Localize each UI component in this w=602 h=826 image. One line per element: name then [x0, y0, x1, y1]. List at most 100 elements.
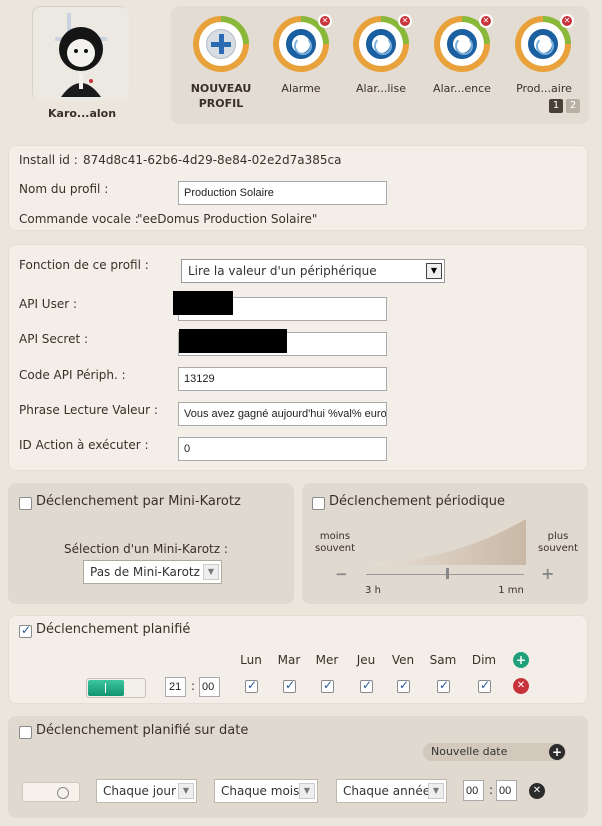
phrase-input[interactable]: Vous avez gagné aujourd'hui %val% euro	[178, 402, 387, 426]
profile-icon	[528, 29, 558, 59]
mini-karotz-select[interactable]: Pas de Mini-Karotz ▼	[83, 560, 222, 584]
more-often-label-2: souvent	[538, 543, 578, 554]
more-often-label-1: plus	[547, 531, 569, 542]
planifie-date-checkbox[interactable]	[19, 726, 32, 739]
planifie-date-title: Déclenchement planifié sur date	[36, 723, 249, 738]
less-often-label-2: souvent	[315, 543, 355, 554]
plus-icon[interactable]: +	[541, 564, 554, 583]
avatar	[33, 7, 129, 101]
schedule-minute-input[interactable]: 00	[199, 677, 220, 697]
day-label-dim: Dim	[471, 653, 497, 667]
action-id-input[interactable]: 0	[178, 437, 387, 461]
page-button-1[interactable]: 1	[549, 99, 563, 113]
add-icon	[206, 29, 236, 59]
code-api-label: Code API Périph. :	[19, 368, 126, 382]
day-select-value: Chaque jour	[103, 784, 176, 798]
mini-karotz-title: Déclenchement par Mini-Karotz	[36, 494, 241, 509]
less-often-label-1: moins	[319, 531, 351, 542]
avatar-card[interactable]	[32, 6, 129, 101]
dropdown-arrow-icon: ▼	[203, 564, 219, 580]
day-checkbox-sam[interactable]	[437, 678, 450, 693]
date-time-separator: :	[489, 783, 494, 797]
install-id-value: 874d8c41-62b6-4d29-8e84-02e2d7a385ca	[83, 153, 342, 167]
delete-icon[interactable]: ✕	[479, 14, 493, 28]
day-label-mer: Mer	[315, 653, 339, 667]
schedule-hour-input[interactable]: 21	[165, 677, 186, 697]
dropdown-arrow-icon: ▼	[178, 783, 194, 799]
delete-date-icon[interactable]: ✕	[529, 783, 545, 799]
phrase-label: Phrase Lecture Valeur :	[19, 403, 158, 417]
mini-karotz-select-value: Pas de Mini-Karotz	[90, 565, 200, 579]
profile-icon	[366, 29, 396, 59]
add-schedule-icon[interactable]: +	[513, 652, 529, 668]
mini-karotz-checkbox[interactable]	[19, 497, 32, 510]
time-separator: :	[191, 679, 196, 693]
day-checkbox-dim[interactable]	[478, 678, 491, 693]
day-label-mar: Mar	[277, 653, 301, 667]
periodique-title: Déclenchement périodique	[329, 494, 506, 509]
month-select[interactable]: Chaque mois ▼	[214, 779, 318, 803]
profile-new-label-1: NOUVEAU	[190, 82, 252, 95]
profile-icon	[447, 29, 477, 59]
year-select[interactable]: Chaque année ▼	[336, 779, 447, 803]
day-checkbox-lun[interactable]	[245, 678, 258, 693]
profile-icon	[286, 29, 316, 59]
periodique-checkbox[interactable]	[312, 497, 325, 510]
profile-label: Alar...ence	[433, 82, 491, 95]
frequency-ramp	[364, 519, 526, 565]
install-id-label: Install id :	[19, 153, 78, 167]
profile-label: Alar...lise	[356, 82, 406, 95]
function-select[interactable]: Lire la valeur d'un périphérique ▼	[181, 259, 445, 283]
day-checkbox-mar[interactable]	[283, 678, 296, 693]
dropdown-arrow-icon: ▼	[299, 783, 315, 799]
redaction-bar	[173, 291, 233, 315]
profile-label: Alarme	[281, 82, 321, 95]
dropdown-arrow-icon: ▼	[426, 263, 442, 279]
delete-icon[interactable]: ✕	[318, 14, 332, 28]
day-checkbox-mer[interactable]	[321, 678, 334, 693]
action-id-label: ID Action à exécuter :	[19, 438, 149, 452]
day-label-ven: Ven	[391, 653, 415, 667]
user-name: Karo...alon	[48, 107, 117, 120]
page-button-2[interactable]: 2	[566, 99, 580, 113]
mini-karotz-select-label: Sélection d'un Mini-Karotz :	[64, 542, 228, 556]
day-label-sam: Sam	[429, 653, 457, 667]
delete-icon[interactable]: ✕	[398, 14, 412, 28]
profile-name-label: Nom du profil :	[19, 182, 109, 196]
new-date-label: Nouvelle date	[431, 745, 508, 758]
day-label-jeu: Jeu	[356, 653, 376, 667]
date-hour-input[interactable]: 00	[463, 780, 484, 801]
day-label-lun: Lun	[240, 653, 262, 667]
voice-command-label: Commande vocale :	[19, 212, 139, 226]
api-user-label: API User :	[19, 297, 78, 311]
day-checkbox-ven[interactable]	[397, 678, 410, 693]
date-minute-input[interactable]: 00	[496, 780, 517, 801]
frequency-slider-track[interactable]	[366, 574, 524, 575]
voice-command-value: "eeDomus Production Solaire"	[137, 212, 318, 226]
min-tick-label: 3 h	[365, 585, 381, 596]
date-toggle[interactable]	[22, 782, 80, 802]
schedule-toggle[interactable]	[86, 678, 146, 698]
profile-name-input[interactable]: Production Solaire	[178, 181, 387, 205]
minus-icon[interactable]: −	[335, 565, 348, 583]
delete-schedule-icon[interactable]: ✕	[513, 678, 529, 694]
frequency-slider-handle[interactable]	[446, 568, 449, 579]
profile-new-label-2: PROFIL	[198, 97, 244, 110]
day-checkbox-jeu[interactable]	[360, 678, 373, 693]
dropdown-arrow-icon: ▼	[428, 783, 444, 799]
year-select-value: Chaque année	[343, 784, 431, 798]
redaction-bar	[179, 329, 287, 353]
code-api-input[interactable]: 13129	[178, 367, 387, 391]
day-select[interactable]: Chaque jour ▼	[96, 779, 197, 803]
max-tick-label: 1 mn	[498, 585, 524, 596]
planifie-title: Déclenchement planifié	[36, 622, 191, 637]
profile-new-button[interactable]	[193, 16, 249, 72]
profile-label: Prod...aire	[516, 82, 572, 95]
month-select-value: Chaque mois	[221, 784, 300, 798]
new-date-button[interactable]: Nouvelle date +	[423, 743, 566, 761]
add-date-icon: +	[549, 744, 565, 760]
api-secret-label: API Secret :	[19, 332, 89, 346]
delete-icon[interactable]: ✕	[560, 14, 574, 28]
function-select-value: Lire la valeur d'un périphérique	[188, 264, 377, 278]
planifie-checkbox[interactable]	[19, 623, 32, 638]
